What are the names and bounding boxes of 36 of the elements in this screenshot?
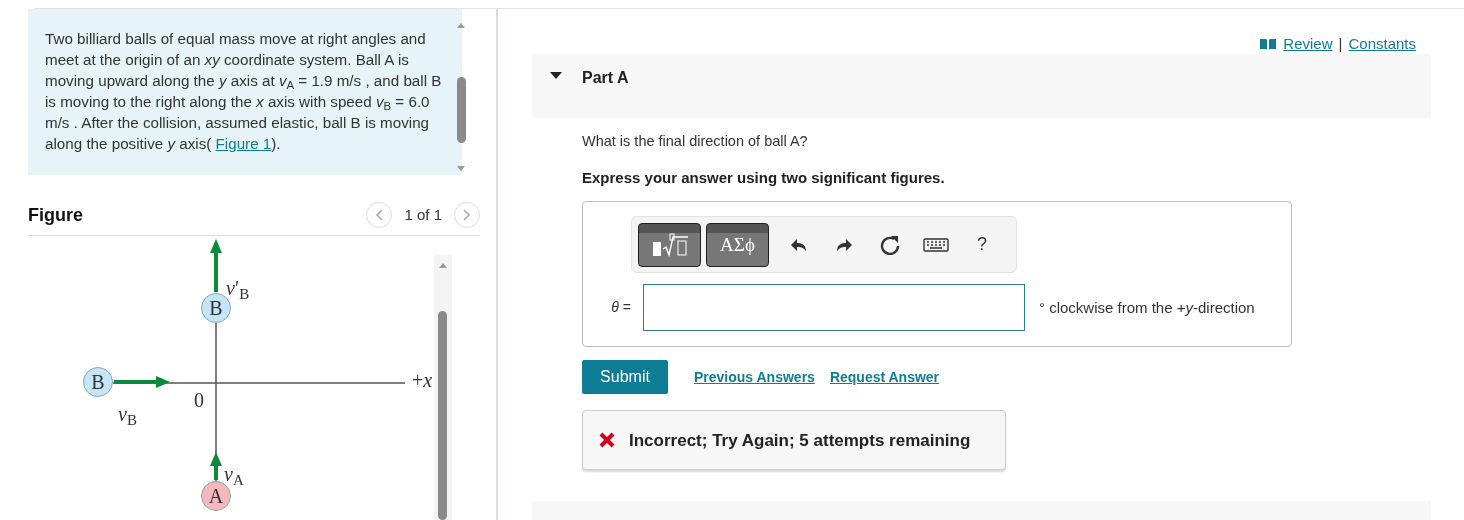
ball: A <box>201 481 231 511</box>
velocity-arrow <box>209 451 223 481</box>
review-link[interactable]: Review <box>1283 32 1333 56</box>
question-text: What is the final direction of ball A? <box>582 132 809 151</box>
symbols-button[interactable]: ΑΣϕ <box>706 222 769 267</box>
templates-icon <box>650 231 689 258</box>
constants-link[interactable]: Constants <box>1348 32 1416 56</box>
velocity-arrow <box>209 238 223 293</box>
variable-label: θ = <box>610 298 631 318</box>
templates-button[interactable] <box>638 222 701 267</box>
feedback-text: Incorrect; Try Again; 5 attempts remaining <box>629 429 971 452</box>
figure-heading: Figure <box>28 203 83 227</box>
page-counter: 1 of 1 <box>404 204 442 225</box>
redo-icon <box>835 236 853 253</box>
velocity-arrow <box>113 375 171 389</box>
diagram-label: v$_{A}$ <box>224 464 244 484</box>
ball: B <box>83 367 113 397</box>
chevron-left-icon <box>375 209 384 221</box>
reset-icon <box>880 234 900 255</box>
problem-text: Two billiard balls of equal mass move at right angles and meet at the origin of an xy coordinate system. Ball A is moving upward along the y axis at v$_{A}$ = 1.9 m/s , and ball B is moving to the right along the x axis with speed v$_{B}$ = 6.0 m/s . After the collision, assumed elastic, ball B is moving along the positive y axis( Figure 1). <box>45 29 443 154</box>
diagram-label: 0 <box>194 390 204 410</box>
help-button[interactable]: ? <box>960 222 1004 267</box>
instruction-text: Express your answer using two significant figures. <box>582 167 946 188</box>
part-header[interactable]: Part A <box>532 54 1431 118</box>
scrollbar[interactable] <box>434 255 452 520</box>
diagram-label: +x <box>412 370 433 390</box>
submit-button[interactable]: Submit <box>582 360 668 395</box>
separator: | <box>1338 33 1343 54</box>
diagram-label: v$_{B}$ <box>118 404 137 424</box>
unit-label: ° clockwise from the +y-direction <box>1039 297 1255 318</box>
keyboard-icon <box>923 237 949 252</box>
action-link[interactable]: Previous Answers <box>694 366 815 388</box>
action-link[interactable]: Request Answer <box>829 366 940 388</box>
book-icon <box>1259 38 1278 50</box>
chevron-right-icon <box>463 209 471 221</box>
answer-field[interactable] <box>643 284 1025 332</box>
